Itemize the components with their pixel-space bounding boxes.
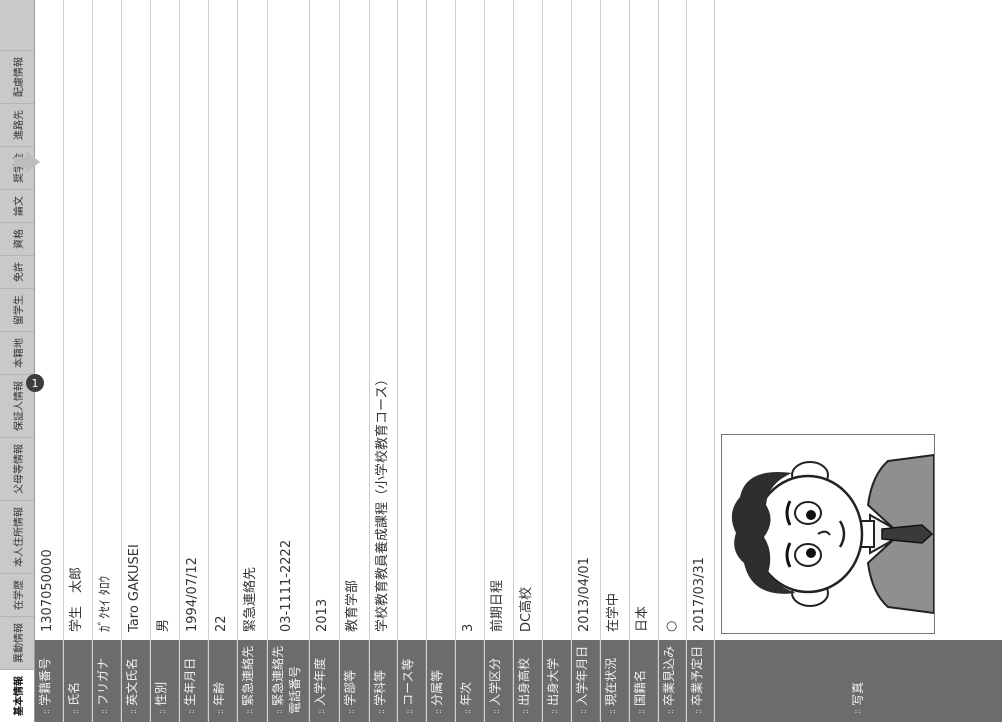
graduation-date-value: 2017/03/31 <box>692 557 707 632</box>
course-value <box>398 0 426 640</box>
field-label: ::分属等 <box>427 640 455 722</box>
table-row: ::入学年度 2013 <box>310 0 340 722</box>
expected-graduation-value: ○ <box>664 620 679 632</box>
field-label: ::性別 <box>151 640 179 722</box>
tab-career[interactable]: 進路先 <box>0 103 34 146</box>
admission-type-value: 前期日程 <box>490 579 505 632</box>
field-label: ::英文氏名 <box>122 640 150 722</box>
furigana-value: ｶﾞｸｾｲ ﾀﾛｳ <box>98 575 113 632</box>
tab-license[interactable]: 免許 <box>0 255 34 288</box>
table-row: :: 写真 <box>715 0 1002 722</box>
field-label: ::緊急連絡先 <box>238 640 267 722</box>
university-value <box>543 0 571 640</box>
table-row: ::出身高校 DC高校 <box>514 0 543 722</box>
table-row: ::入学年月日 2013/04/01 <box>572 0 601 722</box>
field-label: ::入学年度 <box>310 640 339 722</box>
table-row: ::緊急連絡先 緊急連絡先 <box>238 0 268 722</box>
arrow-right-icon <box>14 151 40 173</box>
table-row: ::フリガナ ｶﾞｸｾｲ ﾀﾛｳ <box>93 0 122 722</box>
tab-enrollment-history[interactable]: 在学歴 <box>0 573 34 616</box>
field-label: ::年齢 <box>209 640 237 722</box>
tab-bar: 基本情報 異動情報 在学歴 本人住所情報 父母等情報 保証人情報 本籍地 留学生… <box>0 0 35 722</box>
field-label: ::出身高校 <box>514 640 542 722</box>
field-label: ::卒業予定日 <box>687 640 714 722</box>
table-row: ::国籍名 日本 <box>630 0 659 722</box>
student-avatar-illustration <box>731 453 935 615</box>
field-label: ::現在状況 <box>601 640 629 722</box>
high-school-value: DC高校 <box>519 586 534 632</box>
field-label: ::入学年月日 <box>572 640 600 722</box>
admission-year-value: 2013 <box>315 598 330 632</box>
tab-consideration-info[interactable]: 配慮情報 <box>0 50 34 103</box>
table-row: ::分属等 <box>427 0 456 722</box>
field-label: ::緊急連絡先電話番号 <box>268 640 309 722</box>
tab-qualification[interactable]: 資格 <box>0 222 34 255</box>
table-row: ::学部等 教育学部 <box>340 0 370 722</box>
tab-parent-info[interactable]: 父母等情報 <box>0 437 34 500</box>
field-label: ::出身大学 <box>543 640 571 722</box>
emergency-phone-value: 03-1111-2222 <box>279 539 294 632</box>
table-row: ::氏名 学生 太郎 <box>64 0 93 722</box>
tab-transfer-info[interactable]: 異動情報 <box>0 616 34 669</box>
english-name-value: Taro GAKUSEI <box>127 544 142 632</box>
tab-address-info[interactable]: 本人住所情報 <box>0 500 34 573</box>
field-label: ::入学区分 <box>485 640 513 722</box>
table-row: ::学科等 学校教育教員養成課程（小学校教育コース） <box>370 0 398 722</box>
birthdate-value: 1994/07/12 <box>185 557 200 632</box>
field-label: ::学部等 <box>340 640 369 722</box>
field-label: ::生年月日 <box>180 640 208 722</box>
student-photo <box>721 434 935 634</box>
department-value: 学校教育教員養成課程（小学校教育コース） <box>375 372 390 632</box>
annotation-badge: 1 <box>26 374 44 392</box>
field-label: ::氏名 <box>64 640 92 722</box>
emergency-contact-value: 緊急連絡先 <box>243 566 258 632</box>
gender-value: 男 <box>156 618 171 632</box>
table-row: ::英文氏名 Taro GAKUSEI <box>122 0 151 722</box>
photo-cell <box>715 0 1002 640</box>
table-row: ::性別 男 <box>151 0 180 722</box>
division-value <box>427 0 455 640</box>
field-label: ::卒業見込み <box>659 640 686 722</box>
field-label: ::国籍名 <box>630 640 658 722</box>
field-label: ::年次 <box>456 640 484 722</box>
table-row: ::出身大学 <box>543 0 572 722</box>
table-row: ::卒業予定日 2017/03/31 <box>687 0 715 722</box>
tab-international-student[interactable]: 留学生 <box>0 288 34 331</box>
student-detail-panel: 基本情報 異動情報 在学歴 本人住所情報 父母等情報 保証人情報 本籍地 留学生… <box>0 0 1002 722</box>
grade-value: 3 <box>461 623 476 632</box>
status-value: 在学中 <box>606 592 621 632</box>
table-row: ::年次 3 <box>456 0 485 722</box>
table-row: ::年齢 22 <box>209 0 238 722</box>
field-label: ::学籍番号 <box>35 640 63 722</box>
table-row: ::現在状況 在学中 <box>601 0 630 722</box>
field-label: :: 写真 <box>715 640 1002 722</box>
tab-basic-info[interactable]: 基本情報 <box>0 669 34 722</box>
age-value: 22 <box>214 615 229 632</box>
faculty-value: 教育学部 <box>345 579 360 632</box>
table-row: ::緊急連絡先電話番号 03-1111-2222 <box>268 0 310 722</box>
basic-info-table: ::学籍番号 1307050000 ::氏名 学生 太郎 ::フリガナ ｶﾞｸｾ… <box>34 0 1002 722</box>
table-row: ::入学区分 前期日程 <box>485 0 514 722</box>
name-value: 学生 太郎 <box>69 566 84 632</box>
tab-thesis[interactable]: 論文 <box>0 189 34 222</box>
tab-registered-domicile[interactable]: 本籍地 <box>0 331 34 374</box>
table-row: ::学籍番号 1307050000 <box>35 0 64 722</box>
field-label: ::フリガナ <box>93 640 121 722</box>
table-row: ::コース等 <box>398 0 427 722</box>
student-id-value: 1307050000 <box>40 549 55 632</box>
field-label: ::学科等 <box>370 640 397 722</box>
nationality-value: 日本 <box>635 605 650 632</box>
field-label: ::コース等 <box>398 640 426 722</box>
table-row: ::生年月日 1994/07/12 <box>180 0 209 722</box>
table-row: ::卒業見込み ○ <box>659 0 687 722</box>
admission-date-value: 2013/04/01 <box>577 557 592 632</box>
